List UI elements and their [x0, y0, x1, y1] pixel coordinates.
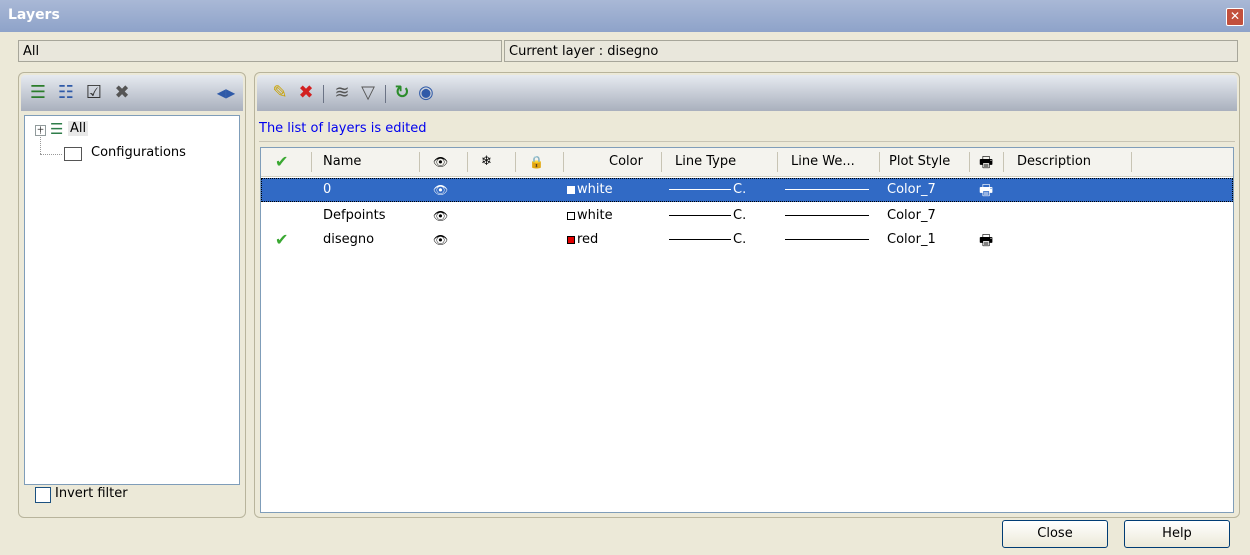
eye-icon[interactable]: 👁 — [433, 228, 448, 252]
toolbar-separator — [323, 85, 324, 103]
layer-lineweight[interactable] — [785, 228, 871, 252]
layer-color[interactable]: white — [567, 204, 613, 228]
column-divider[interactable] — [879, 152, 880, 172]
refresh-icon[interactable]: ↻ — [391, 82, 413, 104]
column-divider[interactable] — [1003, 152, 1004, 172]
new-filter-icon[interactable]: ☰ — [27, 82, 49, 104]
tree-item-label: All — [68, 121, 89, 136]
linetype-sample — [669, 215, 731, 216]
filter-toolbar: ☰ ☷ ☑ ✖ ◀▶ — [21, 75, 243, 111]
color-swatch — [567, 235, 575, 244]
column-divider[interactable] — [467, 152, 468, 172]
lineweight-sample — [785, 189, 869, 190]
delete-layer-icon[interactable]: ✖ — [295, 82, 317, 104]
layer-name[interactable]: Defpoints — [323, 204, 386, 228]
toolbar-separator — [385, 85, 386, 103]
eye-column-icon[interactable]: 👁 — [433, 148, 448, 176]
help-button[interactable]: Help — [1124, 520, 1230, 548]
linetype-sample — [669, 239, 731, 240]
current-layer-field: Current layer : disegno — [504, 40, 1238, 62]
close-window-icon[interactable]: ✕ — [1226, 8, 1244, 26]
close-button[interactable]: Close — [1002, 520, 1108, 548]
color-name: red — [577, 232, 599, 247]
linetype-name: C. — [733, 232, 747, 247]
layer-linetype[interactable]: C. — [669, 204, 746, 228]
tree-item-label: Configurations — [91, 145, 186, 160]
column-divider[interactable] — [1131, 152, 1132, 172]
window-title: Layers — [8, 7, 60, 23]
column-divider[interactable] — [661, 152, 662, 172]
linetype-name: C. — [733, 182, 747, 197]
plot-column-icon[interactable]: 🖶 — [979, 148, 993, 176]
layer-plotstyle[interactable]: Color_7 — [887, 204, 936, 228]
column-divider[interactable] — [311, 152, 312, 172]
layer-name[interactable]: disegno — [323, 228, 374, 252]
grid-header: ✔ Name 👁 ❄ 🔒 Color Line Type Line We... … — [261, 148, 1233, 177]
linetype-name: C. — [733, 208, 747, 223]
folder-icon — [64, 147, 82, 161]
color-column-header[interactable]: Color — [609, 148, 643, 176]
color-name: white — [577, 208, 613, 223]
invert-filter-label: Invert filter — [55, 486, 128, 501]
layer-state-icon[interactable]: ≋ — [331, 82, 353, 104]
title-bar: Layers ✕ — [0, 0, 1250, 32]
invert-filter-checkbox[interactable] — [35, 487, 51, 503]
layer-row[interactable]: Defpoints 👁 white C. Color_7 — [261, 204, 1233, 228]
delete-filter-icon[interactable]: ✖ — [111, 82, 133, 104]
printer-icon[interactable]: 🖶 — [979, 228, 993, 252]
color-name: white — [577, 182, 613, 197]
layer-row[interactable]: ✔ disegno 👁 red C. Color_1 🖶 — [261, 228, 1233, 252]
linetype-sample — [669, 189, 731, 190]
layers-panel: ✎ ✖ ≋ ▽ ↻ ◉ The list of layers is edited… — [254, 72, 1240, 518]
lineweight-column-header[interactable]: Line We... — [791, 148, 855, 176]
filter-tree: + ☰ All Configurations — [24, 115, 240, 485]
collapse-panel-icon[interactable]: ◀▶ — [215, 82, 237, 104]
layers-stack-icon: ☰ — [50, 120, 64, 138]
status-divider — [259, 141, 1235, 142]
layer-linetype[interactable]: C. — [669, 178, 746, 202]
color-swatch — [567, 185, 575, 194]
layer-lineweight[interactable] — [785, 204, 871, 228]
column-divider[interactable] — [419, 152, 420, 172]
column-divider[interactable] — [969, 152, 970, 172]
layer-lineweight[interactable] — [785, 178, 871, 202]
layer-name[interactable]: 0 — [323, 178, 331, 202]
layers-grid: ✔ Name 👁 ❄ 🔒 Color Line Type Line We... … — [260, 147, 1234, 513]
lineweight-sample — [785, 239, 869, 240]
column-divider[interactable] — [515, 152, 516, 172]
layer-color[interactable]: red — [567, 228, 598, 252]
new-layer-icon[interactable]: ✎ — [269, 82, 291, 104]
status-text: The list of layers is edited — [259, 121, 427, 136]
name-column-header[interactable]: Name — [323, 148, 361, 176]
plotstyle-column-header[interactable]: Plot Style — [889, 148, 950, 176]
lock-column-icon[interactable]: 🔒 — [529, 148, 544, 176]
color-swatch — [567, 211, 575, 220]
current-column-header[interactable]: ✔ — [275, 148, 288, 176]
layer-plotstyle[interactable]: Color_7 — [887, 178, 936, 202]
tree-item-configurations[interactable]: Configurations — [25, 144, 225, 164]
layer-filter-icon[interactable]: ▽ — [357, 82, 379, 104]
layer-linetype[interactable]: C. — [669, 228, 746, 252]
layers-toolbar: ✎ ✖ ≋ ▽ ↻ ◉ — [257, 75, 1237, 111]
eye-icon[interactable]: 👁 — [433, 178, 448, 202]
layer-plotstyle[interactable]: Color_1 — [887, 228, 936, 252]
layer-color[interactable]: white — [567, 178, 613, 202]
column-divider[interactable] — [777, 152, 778, 172]
new-group-filter-icon[interactable]: ☷ — [55, 82, 77, 104]
current-check-icon[interactable]: ✔ — [275, 228, 288, 252]
printer-icon[interactable]: 🖶 — [979, 178, 993, 202]
layer-row[interactable]: 0 👁 white C. Color_7 🖶 — [261, 178, 1233, 202]
filter-name-field: All — [18, 40, 502, 62]
lineweight-sample — [785, 215, 869, 216]
description-column-header[interactable]: Description — [1017, 148, 1091, 176]
tree-item-all[interactable]: + ☰ All — [25, 120, 225, 140]
filter-properties-icon[interactable]: ☑ — [83, 82, 105, 104]
linetype-column-header[interactable]: Line Type — [675, 148, 736, 176]
eye-icon[interactable]: 👁 — [433, 204, 448, 228]
show-icon[interactable]: ◉ — [415, 82, 437, 104]
freeze-column-icon[interactable]: ❄ — [481, 148, 492, 176]
column-divider[interactable] — [563, 152, 564, 172]
filter-panel: ☰ ☷ ☑ ✖ ◀▶ + ☰ All Configurations Invert… — [18, 72, 246, 518]
